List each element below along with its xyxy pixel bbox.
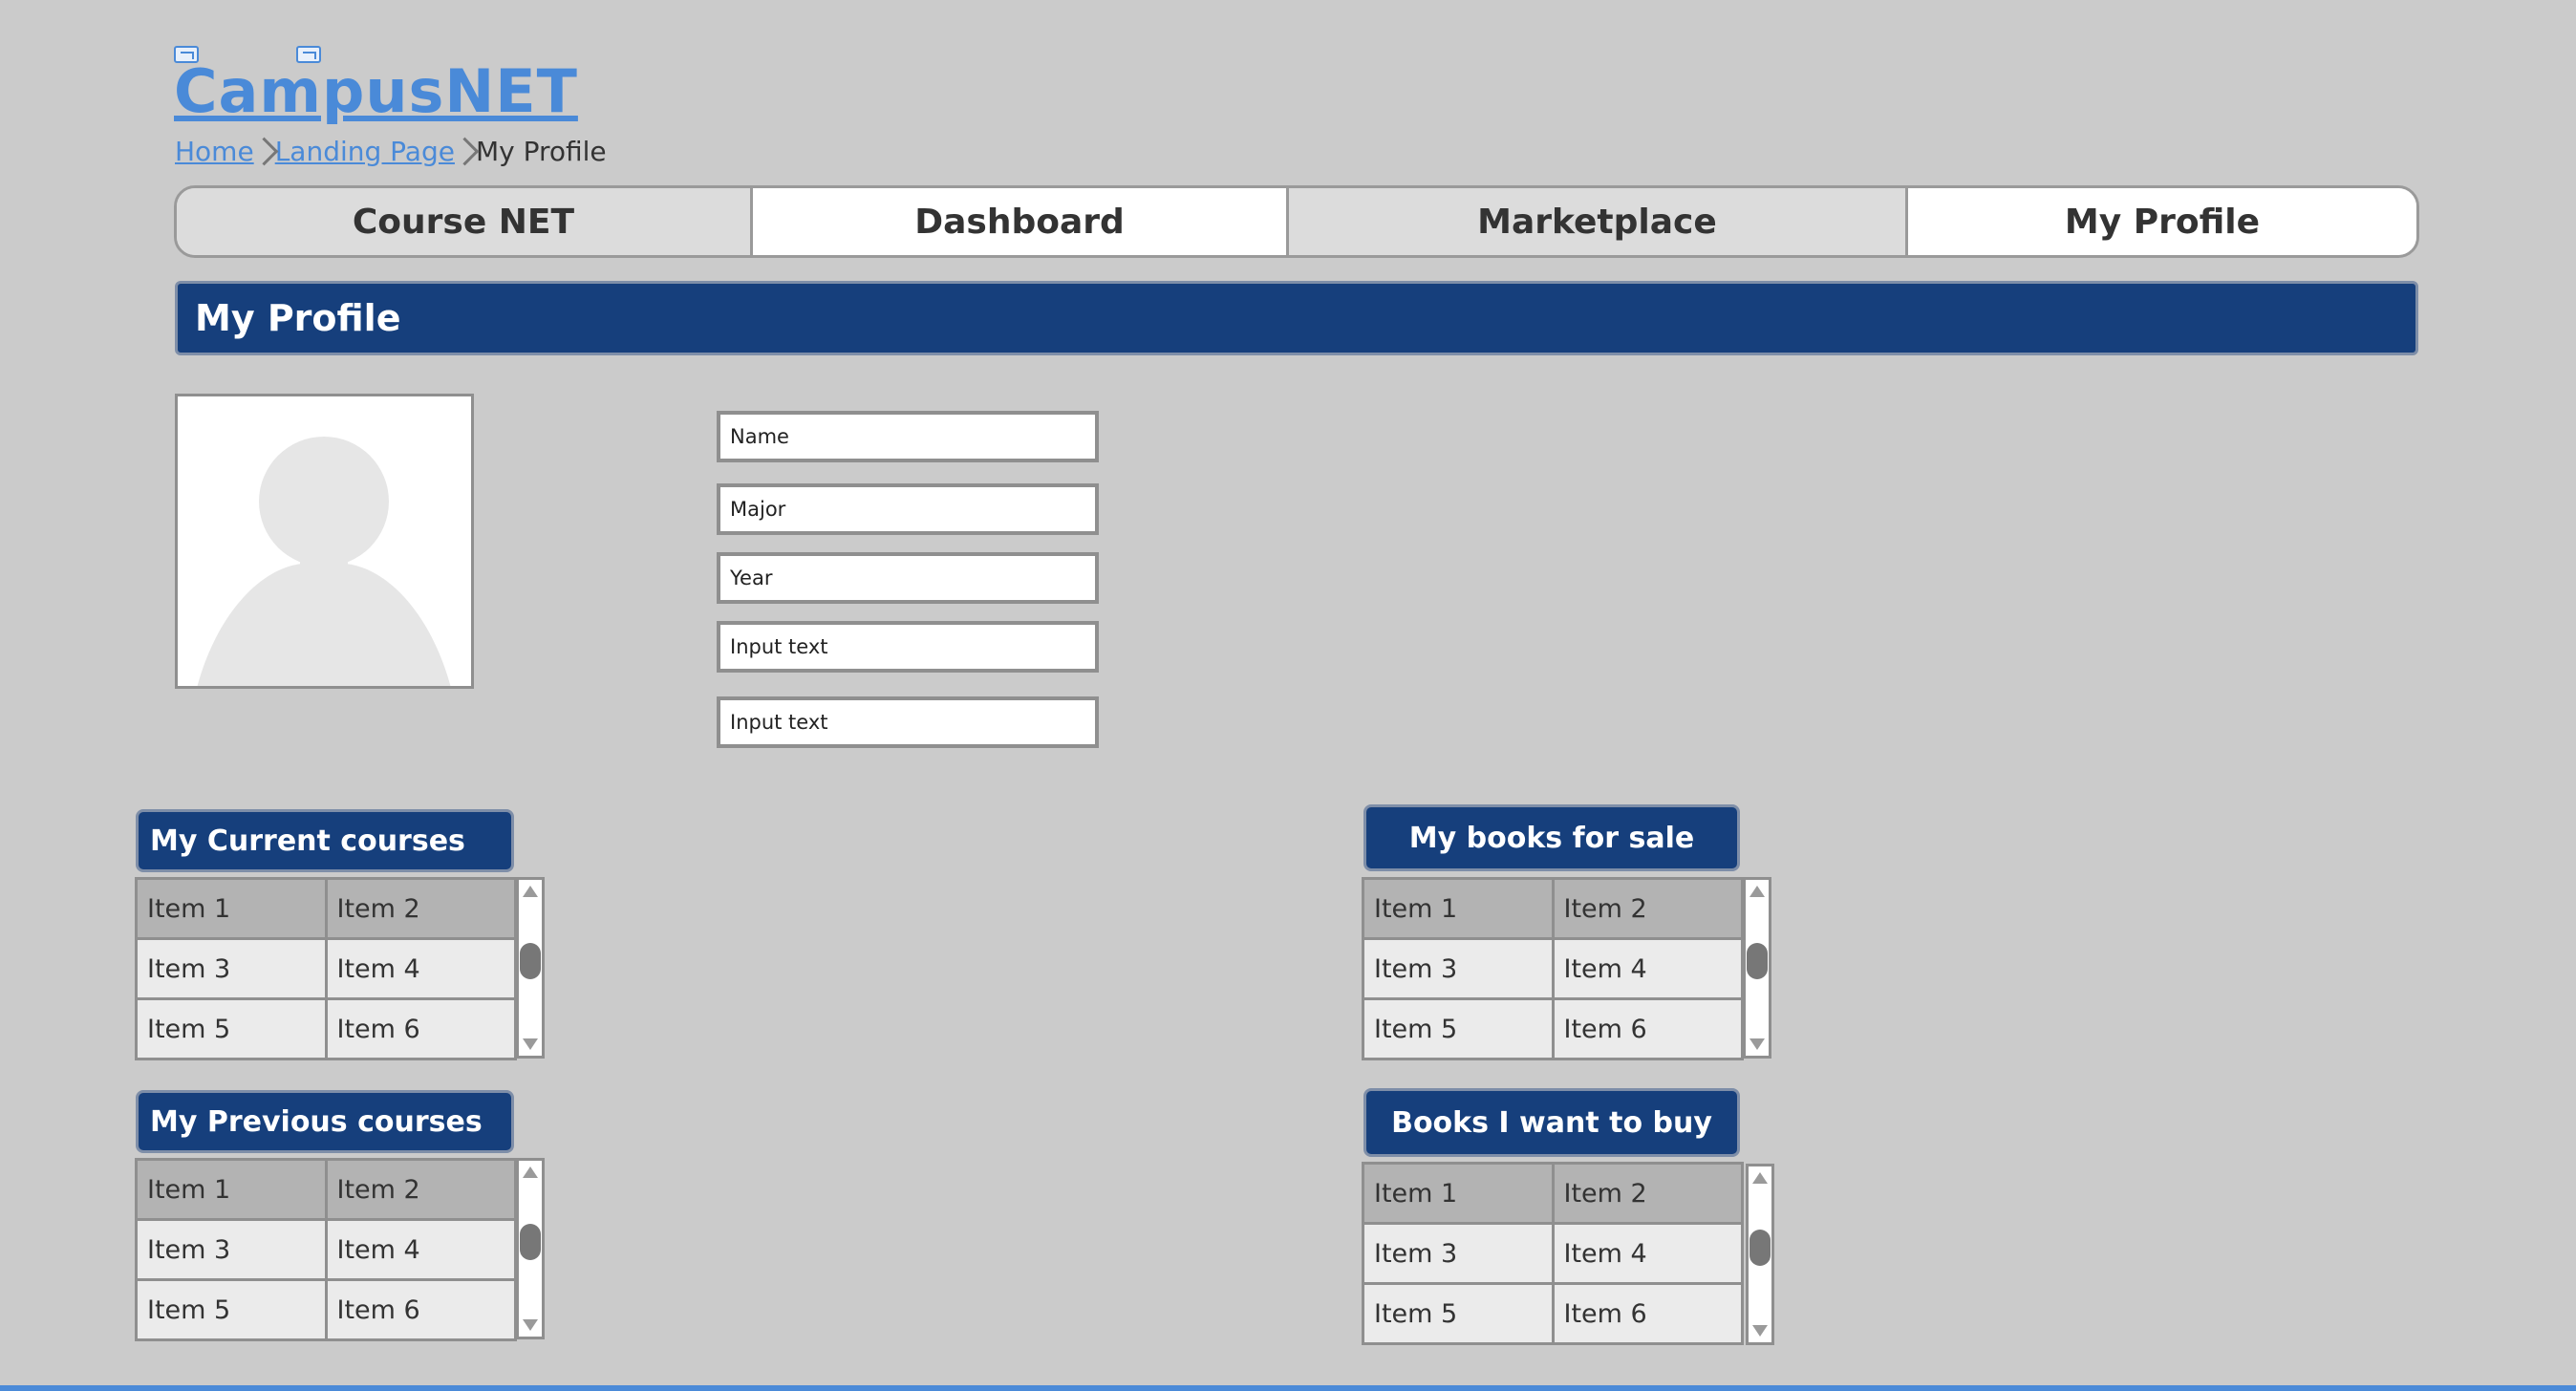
current-courses-list: Item 1 Item 2 Item 3 Item 4 Item 5 Item …	[135, 877, 517, 1060]
name-field[interactable]	[717, 411, 1099, 462]
list-item[interactable]: Item 1	[135, 877, 328, 940]
breadcrumb: Home Landing Page My Profile	[175, 134, 607, 168]
list-item[interactable]: Item 1	[135, 1158, 328, 1221]
list-item[interactable]: Item 3	[135, 937, 328, 1000]
current-courses-title: My Current courses	[136, 809, 514, 872]
scroll-down-icon[interactable]	[1750, 1038, 1765, 1050]
input-field-1[interactable]	[717, 621, 1099, 673]
tab-my-profile[interactable]: My Profile	[1908, 188, 2416, 255]
scroll-thumb[interactable]	[1747, 943, 1768, 979]
scroll-up-icon[interactable]	[1750, 886, 1765, 897]
list-item[interactable]: Item 6	[324, 997, 517, 1060]
page-title: My Profile	[175, 281, 2418, 355]
list-item[interactable]: Item 3	[1362, 1222, 1555, 1285]
list-item[interactable]: Item 5	[135, 997, 328, 1060]
year-field[interactable]	[717, 552, 1099, 604]
scroll-thumb[interactable]	[520, 1224, 541, 1260]
list-item[interactable]: Item 4	[1551, 937, 1744, 1000]
list-item[interactable]: Item 6	[1551, 997, 1744, 1060]
list-item[interactable]: Item 3	[135, 1218, 328, 1281]
breadcrumb-link-landing-page[interactable]: Landing Page	[275, 136, 455, 167]
scroll-up-icon[interactable]	[1752, 1172, 1768, 1184]
scroll-down-icon[interactable]	[523, 1038, 538, 1050]
list-item[interactable]: Item 2	[324, 877, 517, 940]
scroll-up-icon[interactable]	[523, 886, 538, 897]
tab-marketplace[interactable]: Marketplace	[1289, 188, 1908, 255]
list-item[interactable]: Item 1	[1362, 1162, 1555, 1225]
main-nav-tabs: Course NET Dashboard Marketplace My Prof…	[174, 185, 2419, 258]
user-silhouette-icon	[197, 437, 451, 686]
books-to-buy-list: Item 1 Item 2 Item 3 Item 4 Item 5 Item …	[1362, 1162, 1744, 1345]
current-courses-scrollbar[interactable]	[516, 877, 545, 1059]
scroll-down-icon[interactable]	[523, 1319, 538, 1331]
app-logo[interactable]: CampusNET	[174, 55, 578, 128]
books-to-buy-title: Books I want to buy	[1363, 1088, 1740, 1157]
books-for-sale-scrollbar[interactable]	[1743, 877, 1771, 1059]
list-item[interactable]: Item 5	[1362, 997, 1555, 1060]
scroll-up-icon[interactable]	[523, 1166, 538, 1178]
previous-courses-list: Item 1 Item 2 Item 3 Item 4 Item 5 Item …	[135, 1158, 517, 1341]
books-to-buy-scrollbar[interactable]	[1746, 1164, 1774, 1345]
books-for-sale-title: My books for sale	[1363, 804, 1740, 871]
list-item[interactable]: Item 4	[324, 1218, 517, 1281]
previous-courses-title: My Previous courses	[136, 1090, 514, 1153]
chevron-right-icon	[258, 137, 271, 165]
list-item[interactable]: Item 6	[1551, 1282, 1744, 1345]
avatar[interactable]	[175, 394, 474, 689]
scroll-thumb[interactable]	[520, 943, 541, 979]
list-item[interactable]: Item 2	[1551, 877, 1744, 940]
list-item[interactable]: Item 2	[1551, 1162, 1744, 1225]
previous-courses-scrollbar[interactable]	[516, 1158, 545, 1339]
list-item[interactable]: Item 5	[135, 1278, 328, 1341]
tab-dashboard[interactable]: Dashboard	[753, 188, 1289, 255]
chevron-right-icon	[459, 137, 472, 165]
list-item[interactable]: Item 4	[1551, 1222, 1744, 1285]
breadcrumb-current: My Profile	[475, 135, 607, 167]
list-item[interactable]: Item 4	[324, 937, 517, 1000]
input-field-2[interactable]	[717, 696, 1099, 748]
breadcrumb-link-home[interactable]: Home	[175, 136, 254, 167]
list-item[interactable]: Item 6	[324, 1278, 517, 1341]
scroll-thumb[interactable]	[1750, 1230, 1771, 1266]
list-item[interactable]: Item 2	[324, 1158, 517, 1221]
list-item[interactable]: Item 3	[1362, 937, 1555, 1000]
books-for-sale-list: Item 1 Item 2 Item 3 Item 4 Item 5 Item …	[1362, 877, 1744, 1060]
list-item[interactable]: Item 1	[1362, 877, 1555, 940]
bottom-border	[0, 1385, 2576, 1391]
list-item[interactable]: Item 5	[1362, 1282, 1555, 1345]
major-field[interactable]	[717, 483, 1099, 535]
tab-course-net[interactable]: Course NET	[177, 188, 753, 255]
scroll-down-icon[interactable]	[1752, 1325, 1768, 1337]
